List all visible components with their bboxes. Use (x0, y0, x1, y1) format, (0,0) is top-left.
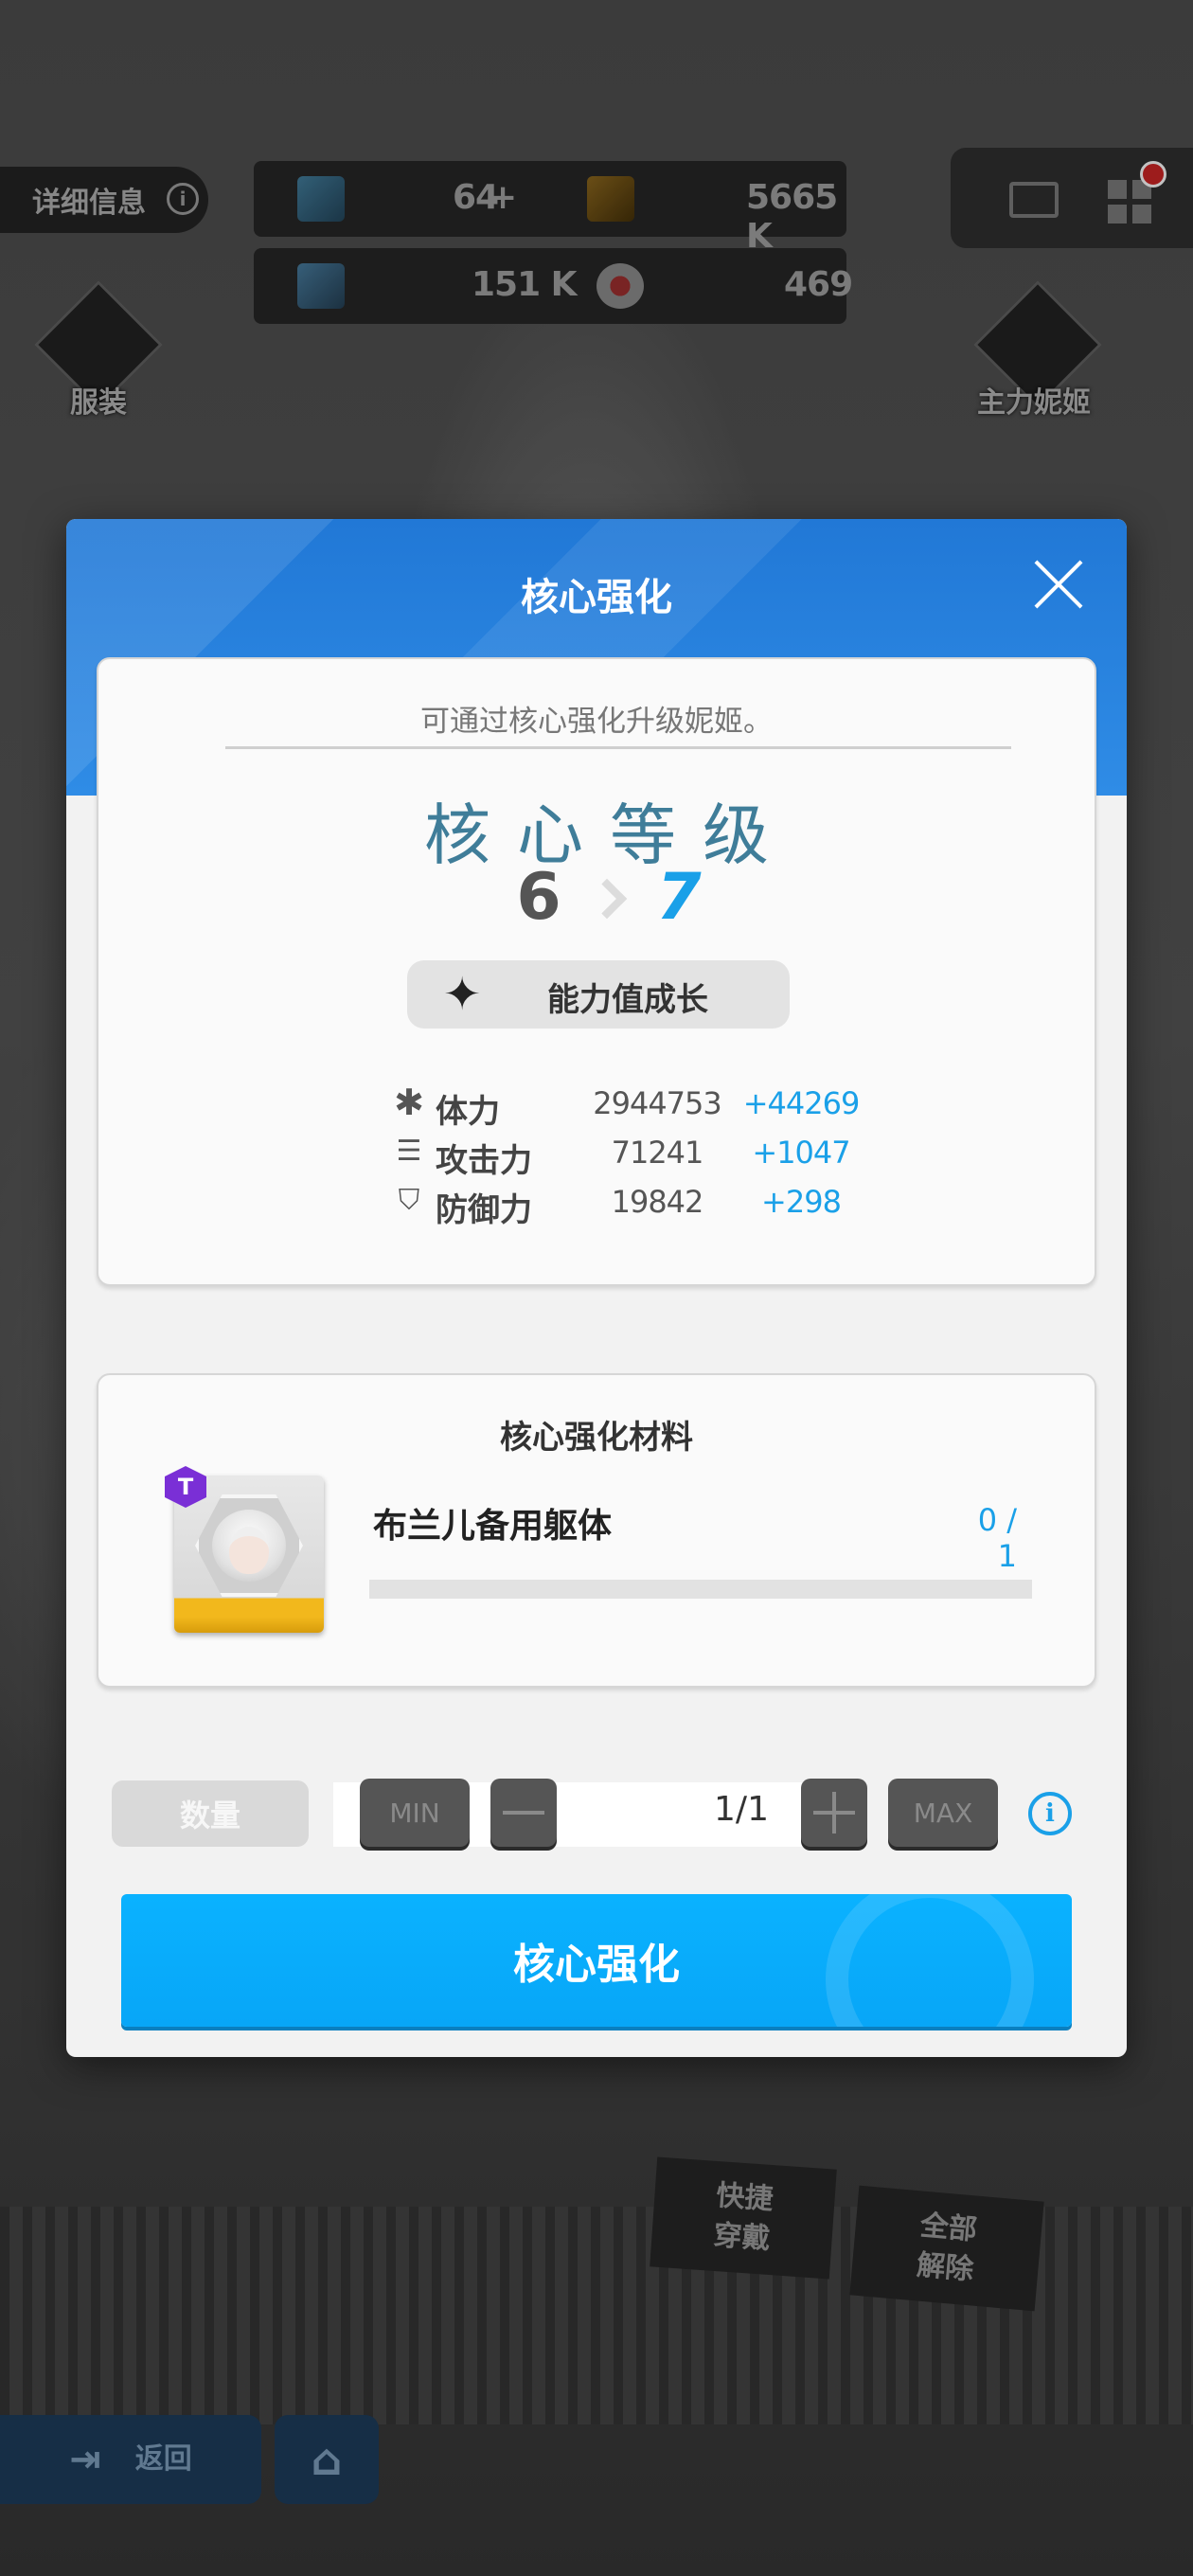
close-icon[interactable] (1032, 559, 1085, 612)
core-enhance-button-label: 核心强化 (513, 1941, 680, 1989)
level-card: 可通过核心强化升级妮姬。 核心等级 6 7 ✦ 能力值成长 ✱ 体力 29447… (97, 657, 1096, 1286)
core-enhance-dialog: 核心强化 可通过核心强化升级妮姬。 核心等级 6 7 ✦ 能力值成长 ✱ 体力 … (66, 519, 1127, 2057)
stat-increase: +298 (761, 1184, 842, 1220)
stat-row-hp: ✱ 体力 2944753 +44269 (98, 1080, 1095, 1131)
min-button[interactable]: MIN (360, 1779, 470, 1847)
level-from: 6 (516, 860, 561, 935)
info-icon[interactable]: i (1028, 1792, 1072, 1835)
stat-increase: +1047 (752, 1135, 850, 1171)
increase-button[interactable] (801, 1779, 867, 1847)
stat-name: 防御力 (436, 1191, 532, 1229)
max-button[interactable]: MAX (888, 1779, 998, 1847)
stat-row-defense: ⛉ 防御力 19842 +298 (98, 1178, 1095, 1229)
stat-increase: +44269 (742, 1085, 861, 1121)
chevron-right-icon (586, 878, 628, 920)
watermark-logo (826, 1894, 1034, 2027)
nikke-face-icon (229, 1527, 269, 1574)
material-progress-bar (369, 1580, 1032, 1599)
core-level-title: 核心等级 (424, 796, 795, 874)
hp-icon: ✱ (394, 1082, 424, 1123)
stat-value: 19842 (611, 1184, 704, 1220)
core-enhance-button[interactable]: 核心强化 (121, 1894, 1072, 2027)
level-to: 7 (656, 860, 702, 935)
stat-value: 2944753 (593, 1085, 722, 1121)
stat-name: 体力 (436, 1093, 500, 1131)
attack-icon: ☰ (396, 1135, 422, 1168)
dialog-title: 核心强化 (521, 576, 672, 619)
stat-growth-header: ✦ 能力值成长 (407, 960, 790, 1029)
stat-row-attack: ☰ 攻击力 71241 +1047 (98, 1129, 1095, 1180)
sparkle-icon: ✦ (443, 968, 482, 1021)
materials-title: 核心强化材料 (500, 1419, 693, 1457)
stat-growth-label: 能力值成长 (547, 981, 708, 1019)
material-count: 0 / 1 (977, 1502, 1017, 1574)
quantity-selector: 数量 MIN 1/1 MAX i (66, 1779, 1127, 1849)
plus-icon (813, 1792, 855, 1834)
minus-icon (503, 1811, 544, 1815)
quantity-value[interactable]: 1/1 (672, 1790, 810, 1829)
dialog-description: 可通过核心强化升级妮姬。 (420, 705, 773, 739)
stat-value: 71241 (611, 1135, 704, 1171)
stat-name: 攻击力 (436, 1142, 532, 1180)
quantity-label: 数量 (112, 1780, 309, 1847)
materials-card: 核心强化材料 T 布兰儿备用躯体 0 / 1 (97, 1373, 1096, 1688)
divider (225, 746, 1011, 749)
decrease-button[interactable] (490, 1779, 557, 1847)
material-name: 布兰儿备用躯体 (373, 1507, 613, 1546)
defense-icon: ⛉ (398, 1184, 420, 1217)
